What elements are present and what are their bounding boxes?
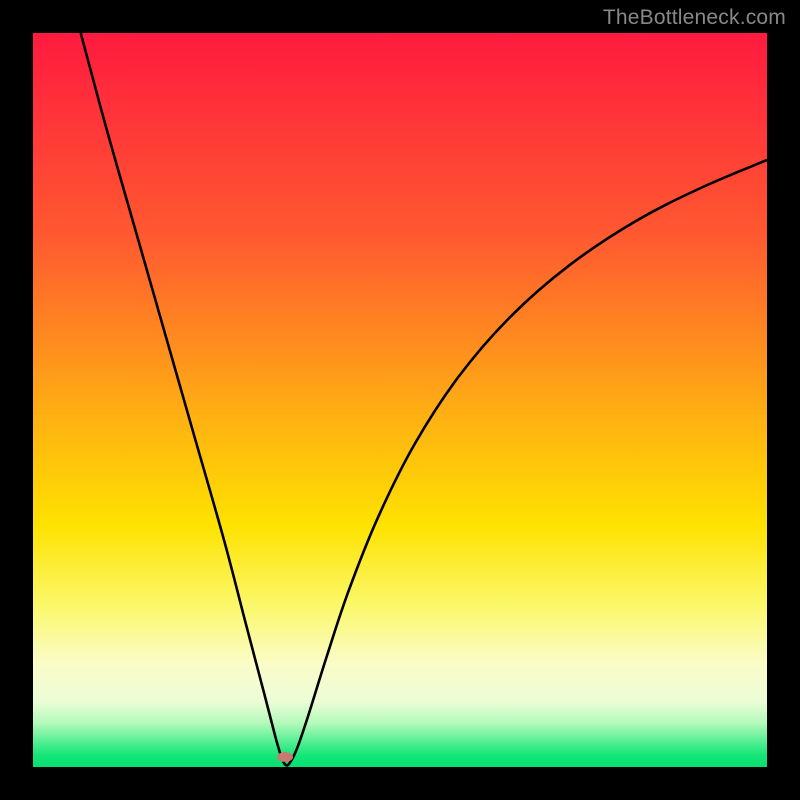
chart-minimum-marker [277,752,293,762]
watermark-text: TheBottleneck.com [603,6,786,30]
chart-curve [33,33,767,767]
chart-plot-area [33,33,767,767]
